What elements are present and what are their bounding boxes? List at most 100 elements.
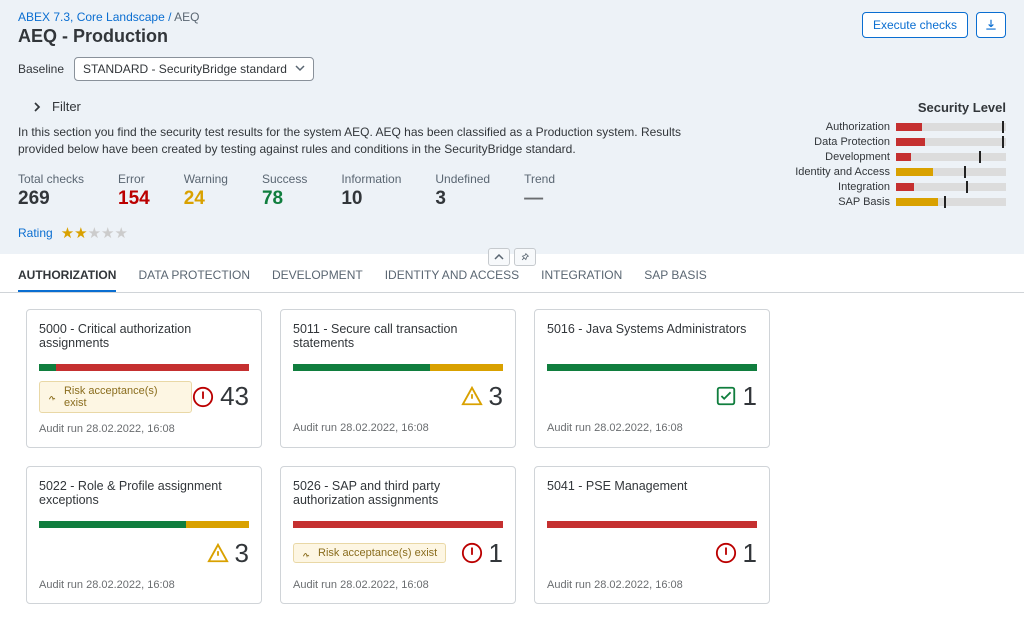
metric-error: Error154 (118, 172, 150, 210)
chevron-up-icon (494, 252, 504, 262)
security-bar (896, 153, 1006, 161)
card-count: 1 (715, 381, 757, 412)
card-title: 5022 - Role & Profile assignment excepti… (39, 479, 249, 511)
card-title: 5000 - Critical authorization assignment… (39, 322, 249, 354)
security-row: Development (791, 151, 1006, 163)
metric-undefined: Undefined3 (435, 172, 490, 210)
security-row: SAP Basis (791, 196, 1006, 208)
card-title: 5041 - PSE Management (547, 479, 757, 511)
tab-authorization[interactable]: AUTHORIZATION (18, 268, 116, 292)
result-card[interactable]: 5026 - SAP and third party authorization… (280, 466, 516, 604)
star-icon: ★ (101, 225, 114, 242)
star-icon: ★ (88, 225, 101, 242)
card-title: 5011 - Secure call transaction statement… (293, 322, 503, 354)
card-audit-run: Audit run 28.02.2022, 16:08 (39, 579, 249, 591)
chevron-down-icon (295, 62, 305, 76)
result-card[interactable]: 5022 - Role & Profile assignment excepti… (26, 466, 262, 604)
card-audit-run: Audit run 28.02.2022, 16:08 (293, 422, 503, 434)
metric-success: Success78 (262, 172, 307, 210)
cards-grid: 5000 - Critical authorization assignment… (0, 293, 1024, 620)
security-row: Data Protection (791, 136, 1006, 148)
pin-icon (520, 252, 530, 262)
security-tick (944, 196, 946, 208)
result-card[interactable]: 5000 - Critical authorization assignment… (26, 309, 262, 448)
rating-label: Rating (18, 226, 53, 240)
breadcrumb: ABEX 7.3, Core Landscape / AEQ (18, 10, 1006, 24)
card-progress-bar (39, 521, 249, 528)
card-title: 5016 - Java Systems Administrators (547, 322, 757, 354)
card-audit-run: Audit run 28.02.2022, 16:08 (39, 423, 249, 435)
card-progress-bar (547, 364, 757, 371)
warning-icon (461, 385, 483, 407)
tab-development[interactable]: DEVELOPMENT (272, 268, 363, 292)
security-bar (896, 198, 1006, 206)
breadcrumb-link[interactable]: ABEX 7.3, Core Landscape (18, 10, 165, 24)
card-title: 5026 - SAP and third party authorization… (293, 479, 503, 511)
section-description: In this section you find the security te… (18, 124, 698, 158)
card-count: 1 (715, 538, 757, 569)
card-progress-bar (547, 521, 757, 528)
security-tick (964, 166, 966, 178)
signature-icon (302, 548, 313, 559)
card-audit-run: Audit run 28.02.2022, 16:08 (293, 579, 503, 591)
page-title: AEQ - Production (18, 26, 1006, 47)
page-header: ABEX 7.3, Core Landscape / AEQ AEQ - Pro… (0, 0, 1024, 254)
security-row-label: Identity and Access (791, 166, 890, 178)
card-progress-bar (39, 364, 249, 371)
security-level-panel: Security Level AuthorizationData Protect… (791, 100, 1006, 211)
error-icon (192, 386, 214, 408)
tab-integration[interactable]: INTEGRATION (541, 268, 622, 292)
chevron-right-icon (32, 102, 42, 112)
pin-header-button[interactable] (514, 248, 536, 266)
collapse-header-button[interactable] (488, 248, 510, 266)
security-tick (1002, 121, 1004, 133)
execute-checks-button[interactable]: Execute checks (862, 12, 968, 38)
tab-identity-and-access[interactable]: IDENTITY AND ACCESS (385, 268, 519, 292)
security-bar (896, 123, 1006, 131)
error-icon (461, 542, 483, 564)
card-progress-bar (293, 364, 503, 371)
security-tick (1002, 136, 1004, 148)
breadcrumb-current: AEQ (174, 10, 199, 24)
star-icon: ★ (115, 225, 128, 242)
star-icon: ★ (74, 225, 87, 242)
metric-info: Information10 (341, 172, 401, 210)
card-count: 3 (207, 538, 249, 569)
card-progress-bar (293, 521, 503, 528)
tab-data-protection[interactable]: DATA PROTECTION (138, 268, 250, 292)
result-card[interactable]: 5041 - PSE Management 1 Audit run 28.02.20… (534, 466, 770, 604)
metric-total: Total checks269 (18, 172, 84, 210)
security-row-label: Integration (791, 181, 890, 193)
metric-warning: Warning24 (184, 172, 228, 210)
security-bar (896, 168, 1006, 176)
security-tick (979, 151, 981, 163)
security-row-label: Development (791, 151, 890, 163)
baseline-label: Baseline (18, 62, 64, 76)
security-tick (966, 181, 968, 193)
baseline-select[interactable]: STANDARD - SecurityBridge standard (74, 57, 314, 81)
card-count: 43 (192, 381, 249, 412)
card-audit-run: Audit run 28.02.2022, 16:08 (547, 579, 757, 591)
tab-bar: AUTHORIZATION DATA PROTECTION DEVELOPMENT I… (0, 260, 1024, 293)
security-row: Authorization (791, 121, 1006, 133)
security-row-label: SAP Basis (791, 196, 890, 208)
security-row-label: Authorization (791, 121, 890, 133)
card-audit-run: Audit run 28.02.2022, 16:08 (547, 422, 757, 434)
metric-trend: Trend— (524, 172, 555, 210)
security-row-label: Data Protection (791, 136, 890, 148)
risk-acceptance-badge: Risk acceptance(s) exist (39, 381, 192, 413)
download-icon (984, 18, 998, 32)
tab-sap-basis[interactable]: SAP BASIS (644, 268, 706, 292)
result-card[interactable]: 5016 - Java Systems Administrators 1 Audit… (534, 309, 770, 448)
result-card[interactable]: 5011 - Secure call transaction statement… (280, 309, 516, 448)
card-count: 1 (461, 538, 503, 569)
success-icon (715, 385, 737, 407)
error-icon (715, 542, 737, 564)
signature-icon (48, 391, 59, 402)
security-rows: Authorization Data Protection Development I… (791, 121, 1006, 208)
security-row: Identity and Access (791, 166, 1006, 178)
download-button[interactable] (976, 12, 1006, 38)
security-bar (896, 183, 1006, 191)
security-row: Integration (791, 181, 1006, 193)
risk-acceptance-badge: Risk acceptance(s) exist (293, 543, 446, 563)
